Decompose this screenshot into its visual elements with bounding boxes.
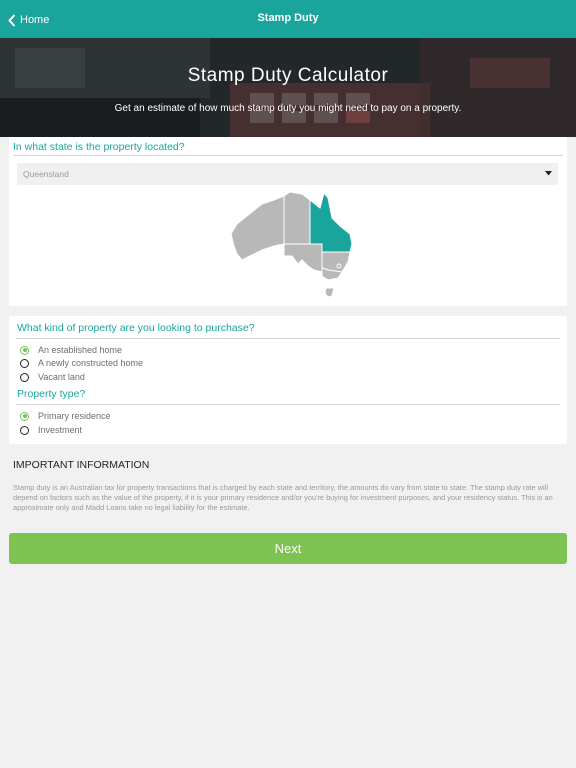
state-dropdown[interactable]: Queensland bbox=[17, 163, 558, 185]
radio-vacant-land[interactable]: Vacant land bbox=[20, 372, 85, 382]
next-button[interactable]: Next bbox=[9, 533, 567, 564]
info-body: Stamp duty is an Australian tax for prop… bbox=[13, 483, 553, 512]
radio-selected-icon bbox=[20, 345, 29, 355]
divider bbox=[16, 338, 560, 339]
divider bbox=[16, 404, 560, 405]
map-region-tas bbox=[324, 287, 335, 298]
state-question: In what state is the property located? bbox=[13, 141, 185, 153]
caret-down-icon bbox=[545, 171, 552, 176]
hero-title: Stamp Duty Calculator bbox=[187, 65, 389, 86]
radio-selected-icon bbox=[20, 411, 29, 421]
radio-label: An established home bbox=[38, 345, 123, 355]
radio-label: A newly constructed home bbox=[38, 358, 144, 368]
divider bbox=[13, 155, 563, 156]
state-dropdown-value: Queensland bbox=[23, 169, 69, 179]
radio-label: Vacant land bbox=[38, 372, 85, 382]
state-card: In what state is the property located? Q… bbox=[9, 137, 567, 306]
radio-primary-residence[interactable]: Primary residence bbox=[20, 411, 111, 421]
radio-new-home[interactable]: A newly constructed home bbox=[20, 358, 143, 368]
radio-investment[interactable]: Investment bbox=[20, 425, 82, 435]
page-title: Stamp Duty bbox=[257, 12, 319, 24]
map-region-qld bbox=[309, 191, 353, 253]
info-title: IMPORTANT INFORMATION bbox=[13, 459, 150, 471]
property-kind-question: What kind of property are you looking to… bbox=[17, 322, 255, 334]
radio-unselected-icon bbox=[20, 425, 29, 435]
nav-bar: Home Stamp Duty bbox=[0, 0, 576, 38]
radio-unselected-icon bbox=[20, 358, 29, 368]
radio-label: Primary residence bbox=[38, 411, 111, 421]
property-type-question: Property type? bbox=[17, 388, 86, 400]
radio-label: Investment bbox=[38, 425, 83, 435]
radio-established-home[interactable]: An established home bbox=[20, 345, 122, 355]
map-region-wa bbox=[230, 195, 285, 261]
hero-background-image bbox=[0, 38, 576, 137]
australia-map[interactable] bbox=[222, 190, 354, 302]
map-region-nt bbox=[283, 191, 311, 245]
property-card: What kind of property are you looking to… bbox=[9, 316, 567, 444]
map-region-sa bbox=[283, 243, 323, 273]
radio-unselected-icon bbox=[20, 372, 29, 382]
hero-banner: Stamp Duty Calculator Get an estimate of… bbox=[0, 38, 576, 137]
hero-subtitle: Get an estimate of how much stamp duty y… bbox=[114, 103, 462, 114]
